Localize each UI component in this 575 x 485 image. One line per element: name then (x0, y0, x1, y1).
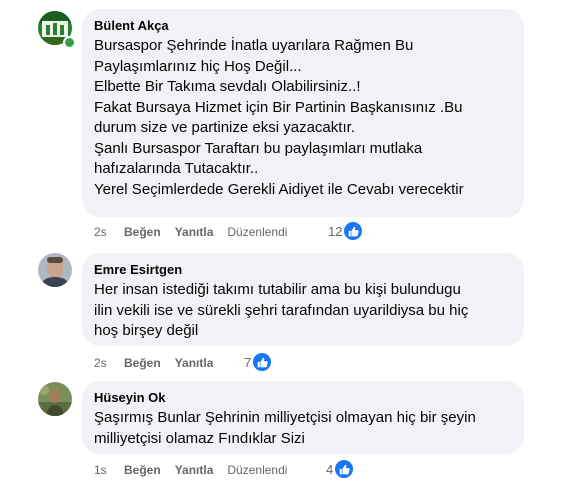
reaction-summary[interactable]: 4 (326, 460, 354, 478)
comment-text: Bursaspor Şehrinde İnatla uyarılara Rağm… (94, 36, 512, 200)
comment-line: Şanlı Bursaspor Taraftarı bu paylaşımlar… (94, 139, 423, 157)
comment-line: hoş birşey değil (94, 322, 199, 339)
comment-timestamp[interactable]: 1s (94, 462, 124, 478)
comment-bubble: Bülent Akça Bursaspor Şehrinde İnatla uy… (82, 9, 524, 217)
comment-line: hafızalarında Tutacaktır.. (94, 160, 259, 177)
reaction-summary[interactable]: 12 (328, 222, 363, 240)
comment-author[interactable]: Emre Esirtgen (94, 261, 512, 278)
like-button[interactable]: Beğen (124, 462, 161, 478)
reaction-count: 7 (244, 354, 252, 370)
comment-line: ilin vekili ise ve sürekli şehri tarafın… (94, 301, 469, 319)
comment-line: Elbette Bir Takıma sevdalı Olabilirsiniz… (94, 78, 361, 95)
comment-text: Şaşırmış Bunlar Şehrinin milliyetçisi ol… (94, 408, 512, 449)
comment-author[interactable]: Hüseyin Ok (94, 389, 512, 406)
reaction-count: 12 (328, 223, 343, 239)
comment-line: Fakat Bursaya Hizmet için Bir Partinin B… (94, 98, 463, 116)
comment-text: Her insan istediği takımı tutabilir ama … (94, 280, 512, 342)
comment-actions: 2s Beğen Yanıtla Düzenlendi (94, 224, 287, 240)
comment-line: Yerel Seçimlerdede Gerekli Aidiyet ile C… (94, 180, 464, 198)
edited-label[interactable]: Düzenlendi (227, 462, 287, 478)
comment-line: durum size ve partinize eksi yazacaktır. (94, 119, 355, 136)
comment-line: Paylaşımlarınız hiç Hoş Değil... (94, 57, 302, 75)
like-button[interactable]: Beğen (124, 224, 161, 240)
avatar-image (38, 382, 72, 416)
comment-line: milliyetçisi olamaz Fındıklar Sizi (94, 429, 305, 447)
comment-actions: 2s Beğen Yanıtla (94, 355, 227, 371)
comment-bubble: Hüseyin Ok Şaşırmış Bunlar Şehrinin mill… (82, 381, 524, 454)
comment-timestamp[interactable]: 2s (94, 355, 124, 371)
comment-line: Şaşırmış Bunlar Şehrinin milliyetçisi ol… (94, 409, 476, 426)
like-thumb-icon (253, 353, 272, 371)
edited-label[interactable]: Düzenlendi (227, 224, 287, 240)
reaction-count: 4 (326, 461, 334, 477)
avatar-image (38, 253, 72, 287)
comment-line: Bursaspor Şehrinde İnatla uyarılara Rağm… (94, 37, 414, 54)
comment-timestamp[interactable]: 2s (94, 224, 124, 240)
like-thumb-icon (335, 460, 354, 478)
online-status-indicator (63, 36, 76, 49)
avatar[interactable] (38, 382, 72, 416)
reply-button[interactable]: Yanıtla (175, 224, 214, 240)
comment-bubble: Emre Esirtgen Her insan istediği takımı … (82, 253, 524, 346)
comment-actions: 1s Beğen Yanıtla Düzenlendi (94, 462, 287, 478)
like-thumb-icon (344, 222, 363, 240)
comment-line: Her insan istediği takımı tutabilir ama … (94, 281, 461, 298)
reaction-summary[interactable]: 7 (244, 353, 272, 371)
comment-author[interactable]: Bülent Akça (94, 17, 512, 34)
reply-button[interactable]: Yanıtla (175, 355, 214, 371)
like-button[interactable]: Beğen (124, 355, 161, 371)
reply-button[interactable]: Yanıtla (175, 462, 214, 478)
avatar[interactable] (38, 253, 72, 287)
